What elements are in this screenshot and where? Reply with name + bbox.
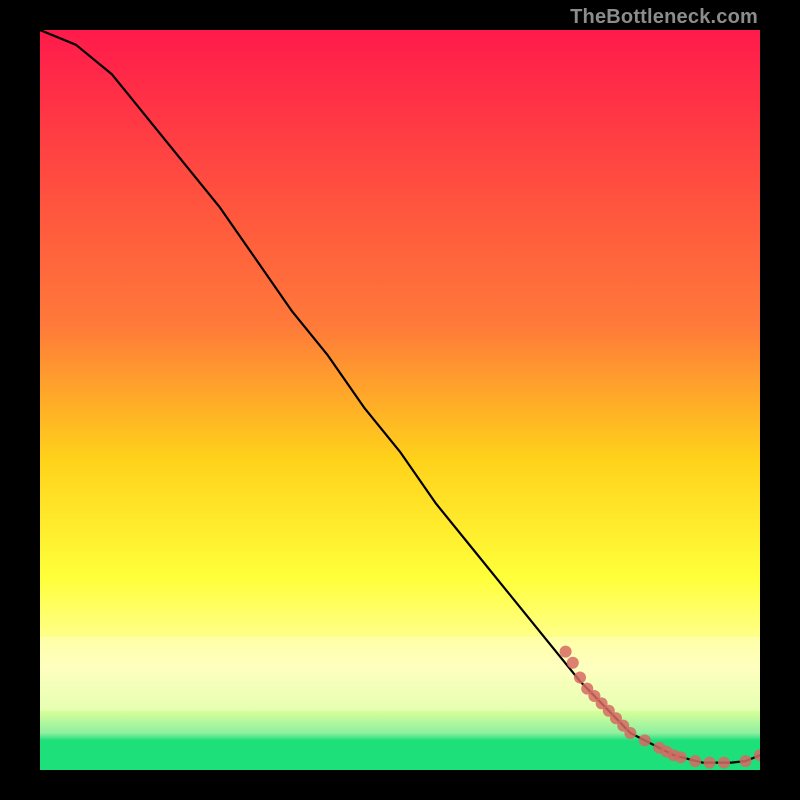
- point-highlight-points: [567, 657, 579, 669]
- point-highlight-points: [560, 646, 572, 658]
- point-highlight-points: [740, 755, 752, 767]
- point-highlight-points: [624, 727, 636, 739]
- plot-area: [40, 30, 760, 770]
- point-highlight-points: [675, 751, 687, 763]
- watermark-label: TheBottleneck.com: [570, 6, 758, 29]
- point-highlight-points: [574, 672, 586, 684]
- chart-frame: TheBottleneck.com: [0, 0, 800, 800]
- point-highlight-points: [689, 755, 701, 767]
- point-highlight-points: [718, 757, 730, 769]
- pale-band: [40, 637, 760, 711]
- chart-svg: [40, 30, 760, 770]
- point-highlight-points: [639, 734, 651, 746]
- point-highlight-points: [704, 757, 716, 769]
